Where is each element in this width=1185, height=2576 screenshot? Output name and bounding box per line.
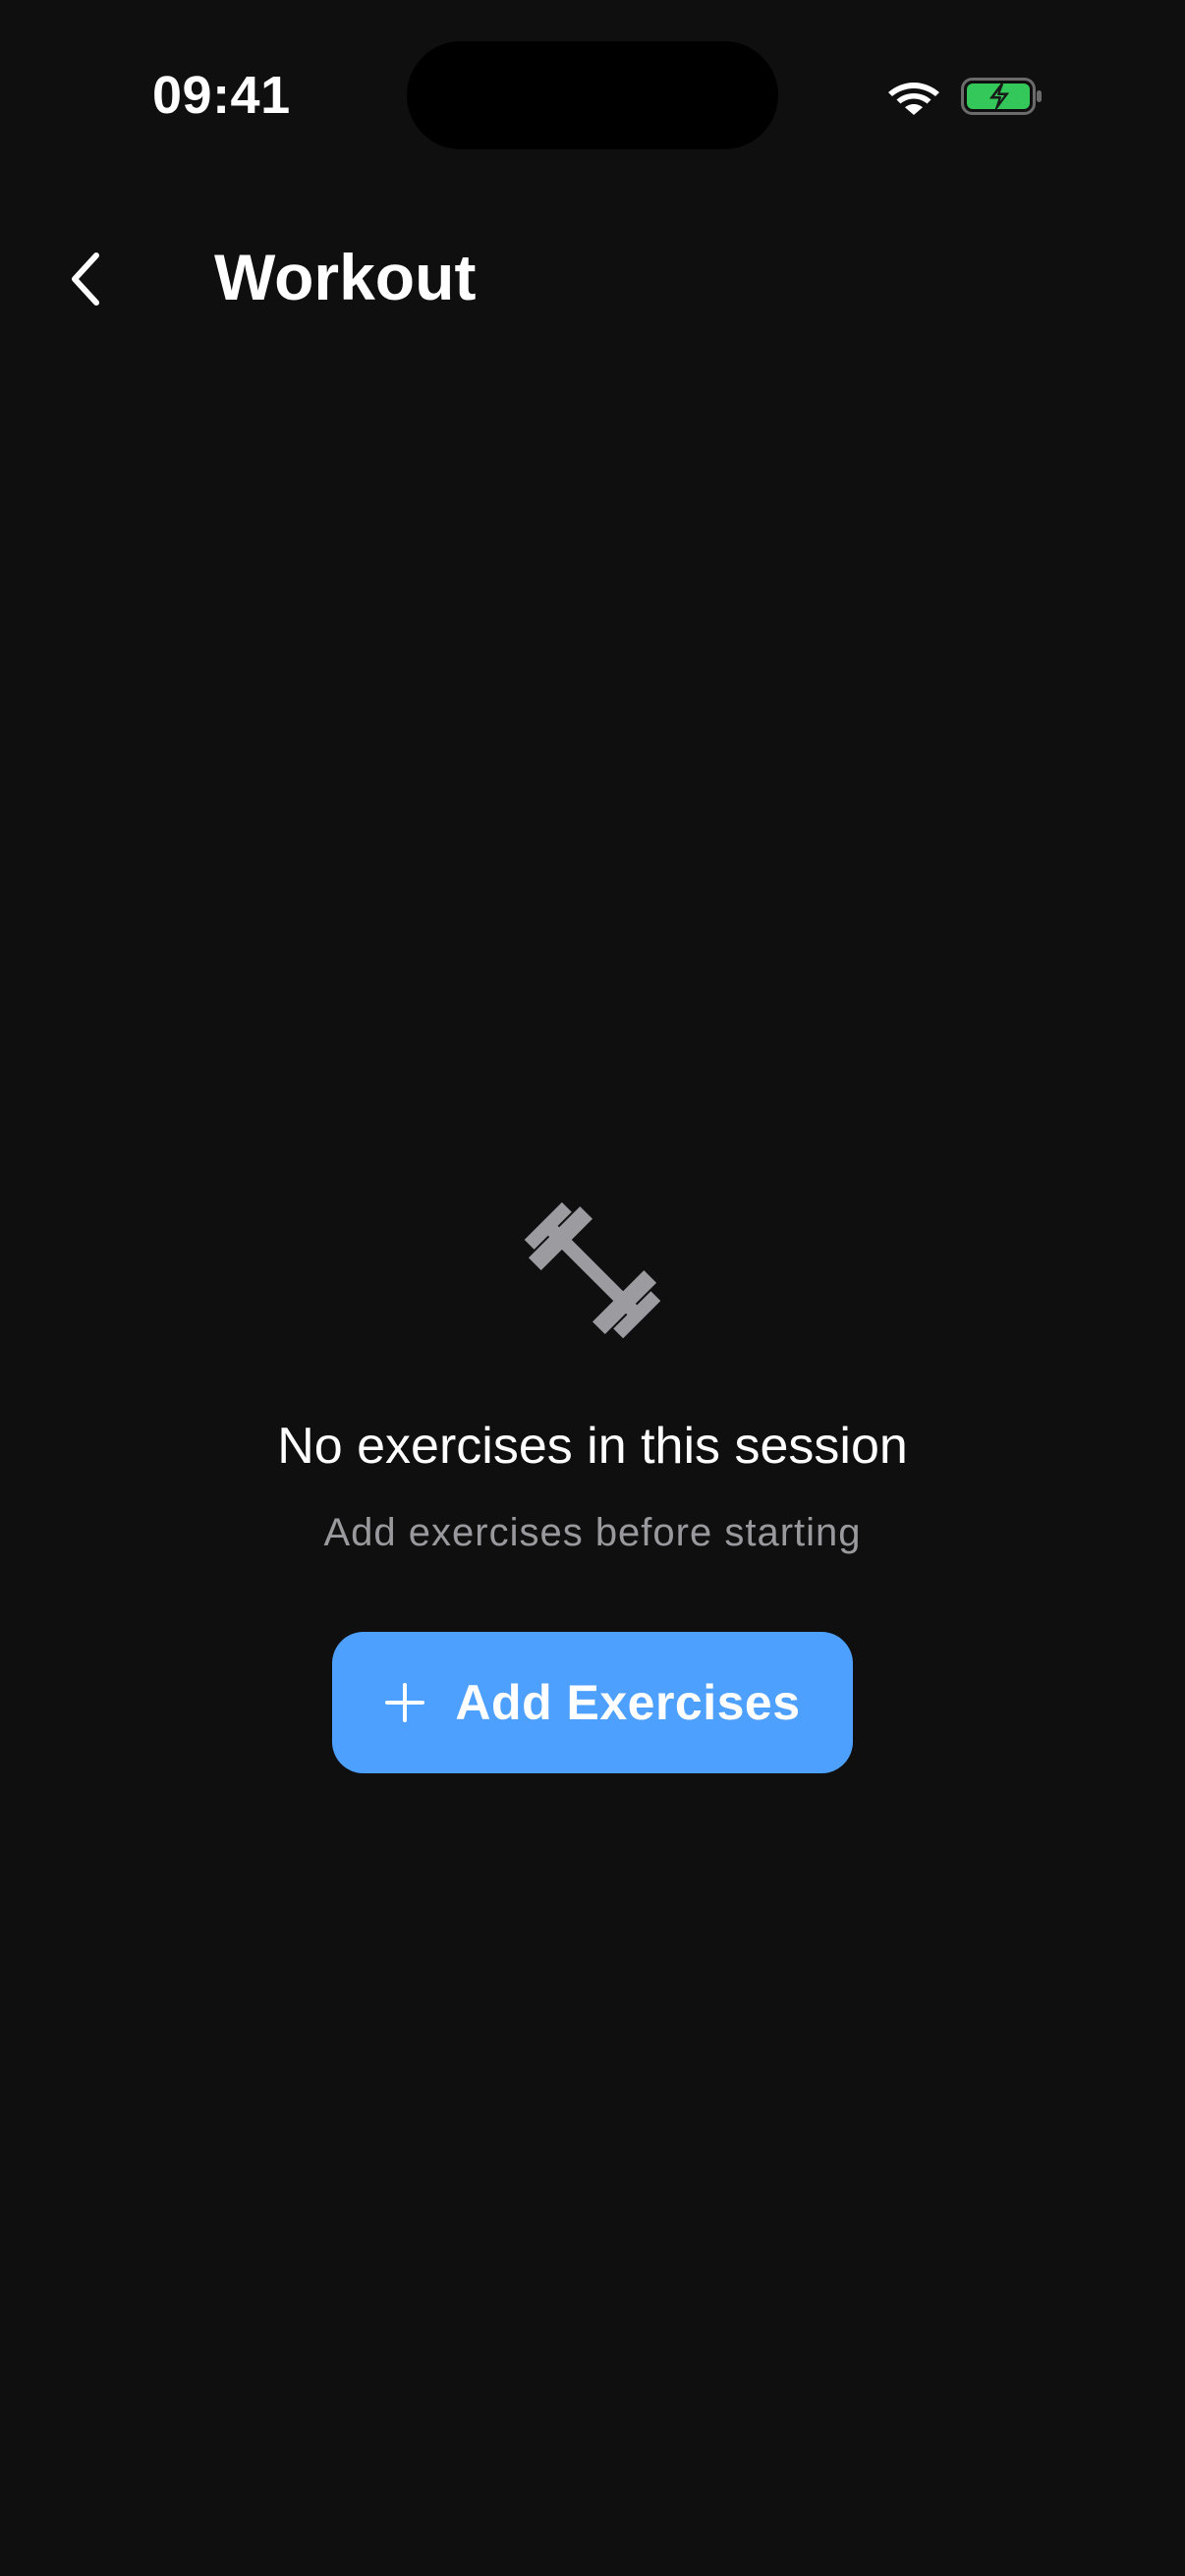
page-title: Workout xyxy=(214,241,477,313)
back-button[interactable] xyxy=(51,240,120,318)
dynamic-island xyxy=(407,41,778,149)
battery-icon xyxy=(961,78,1042,115)
dumbbell-icon xyxy=(524,1202,661,1339)
wifi-icon xyxy=(888,83,939,115)
add-exercises-label: Add Exercises xyxy=(455,1675,801,1730)
plus-icon xyxy=(385,1683,425,1722)
add-exercises-button[interactable]: Add Exercises xyxy=(332,1632,853,1773)
status-time: 09:41 xyxy=(152,66,291,125)
chevron-left-icon xyxy=(72,252,99,306)
empty-state-subtitle: Add exercises before starting xyxy=(323,1511,862,1554)
empty-state-title: No exercises in this session xyxy=(277,1418,908,1475)
